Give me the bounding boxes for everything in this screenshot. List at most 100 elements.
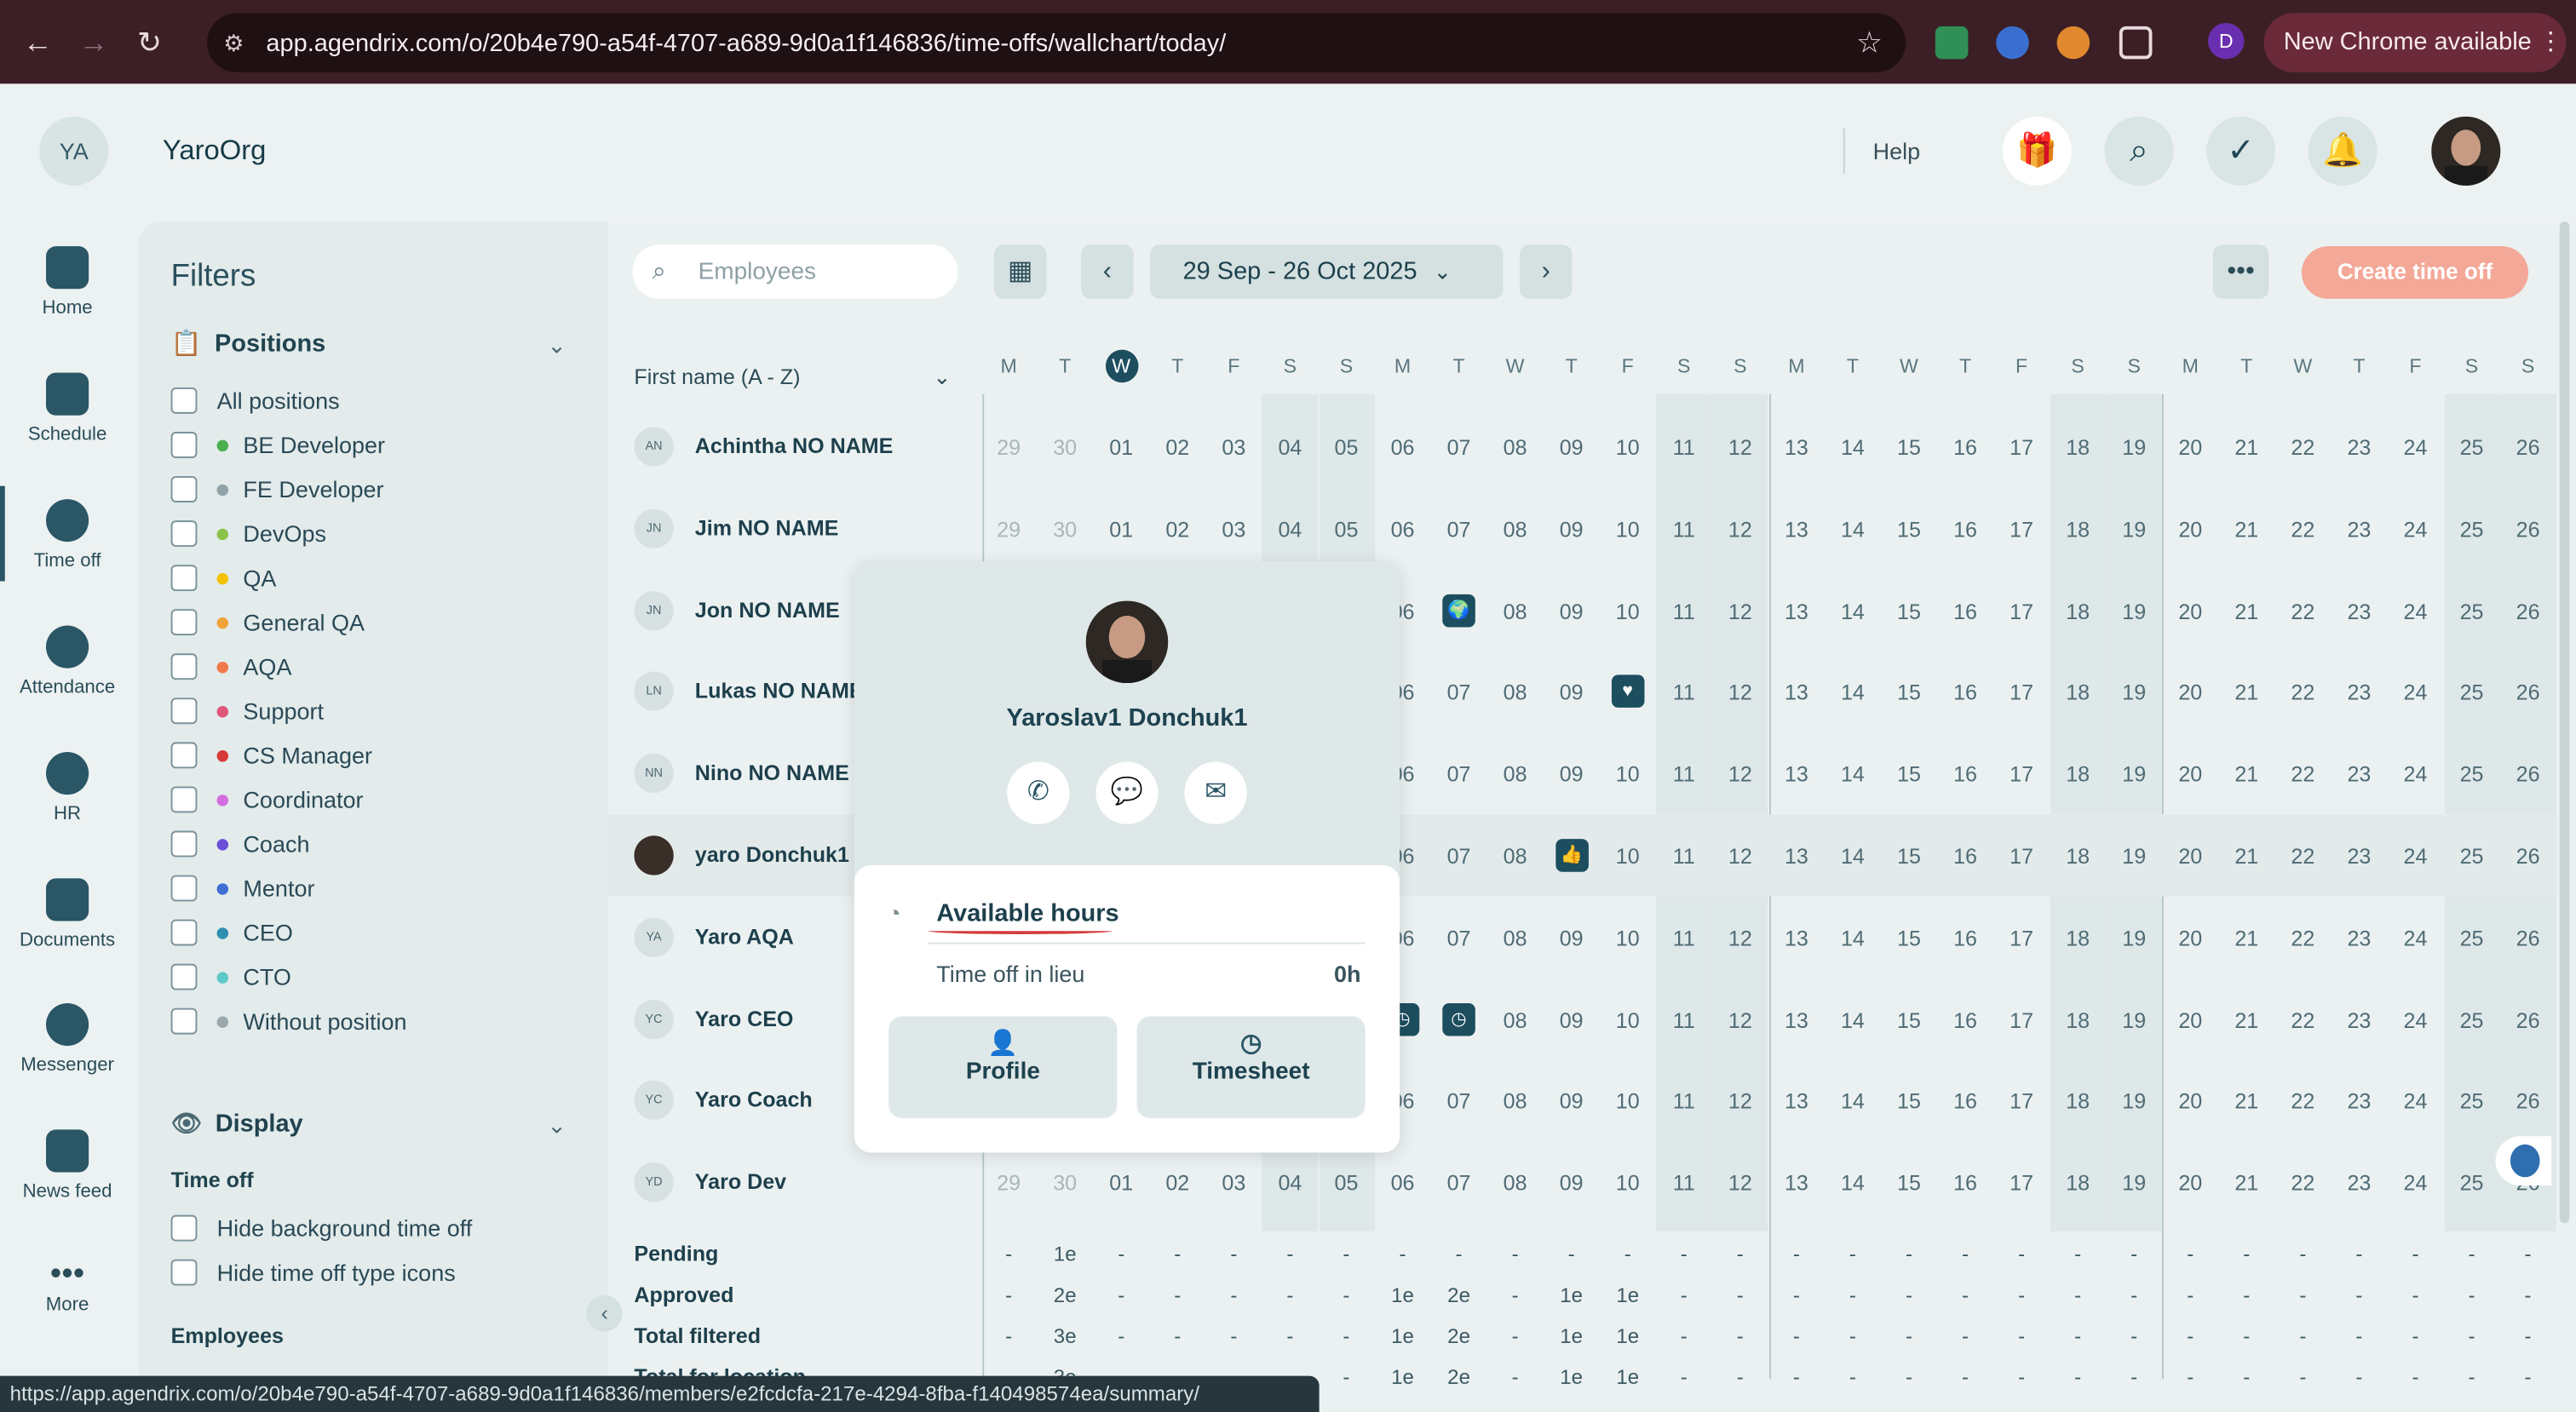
day-cell[interactable]: 11 bbox=[1659, 1007, 1709, 1032]
employees-search-input[interactable]: ⌕ Employees bbox=[632, 244, 958, 299]
mail-icon[interactable]: ✉ bbox=[1184, 761, 1247, 824]
day-cell[interactable]: 22 bbox=[2278, 762, 2327, 787]
org-avatar[interactable]: YA bbox=[39, 116, 109, 186]
day-cell[interactable]: 10 bbox=[1603, 1171, 1653, 1196]
day-cell[interactable]: 22 bbox=[2278, 435, 2327, 460]
checkbox[interactable] bbox=[170, 919, 198, 946]
rail-item-hr[interactable]: HR bbox=[0, 751, 135, 824]
hide-background-checkbox[interactable]: Hide background time off bbox=[170, 1214, 472, 1242]
day-cell[interactable]: 14 bbox=[1828, 517, 1877, 542]
display-section-toggle[interactable]: 👁 Display bbox=[171, 1108, 303, 1138]
position-checkbox[interactable]: Without position bbox=[170, 1007, 407, 1035]
day-cell[interactable]: 25 bbox=[2447, 926, 2497, 950]
rail-item-attendance[interactable]: Attendance bbox=[0, 625, 135, 697]
create-time-off-button[interactable]: Create time off bbox=[2301, 246, 2529, 299]
day-cell[interactable]: 20 bbox=[2165, 1007, 2215, 1032]
rail-item-news-feed[interactable]: News feed bbox=[0, 1129, 135, 1202]
day-cell[interactable]: 12 bbox=[1716, 599, 1765, 623]
employee-avatar[interactable]: JN bbox=[634, 590, 674, 630]
day-cell[interactable]: 21 bbox=[2222, 1007, 2271, 1032]
day-cell[interactable]: 18 bbox=[2053, 517, 2102, 542]
day-cell[interactable]: 10 bbox=[1603, 762, 1653, 787]
day-cell[interactable]: 20 bbox=[2165, 762, 2215, 787]
day-cell[interactable]: 21 bbox=[2222, 1171, 2271, 1196]
day-cell[interactable]: 12 bbox=[1716, 844, 1765, 869]
checkbox[interactable] bbox=[170, 1259, 198, 1286]
employee-avatar[interactable]: YC bbox=[634, 1081, 674, 1121]
day-cell[interactable]: 22 bbox=[2278, 1007, 2327, 1032]
day-cell[interactable]: 08 bbox=[1491, 844, 1540, 869]
day-cell[interactable]: 19 bbox=[2109, 926, 2159, 950]
day-cell[interactable]: 20 bbox=[2165, 435, 2215, 460]
extension-icon[interactable] bbox=[2056, 26, 2090, 60]
day-cell[interactable]: 13 bbox=[1772, 1089, 1821, 1114]
day-cell[interactable]: 08 bbox=[1491, 1171, 1540, 1196]
employee-name[interactable]: Nino NO NAME bbox=[695, 761, 849, 785]
day-cell[interactable]: 22 bbox=[2278, 680, 2327, 705]
day-cell[interactable]: 09 bbox=[1547, 926, 1596, 950]
day-cell[interactable]: 18 bbox=[2053, 926, 2102, 950]
day-cell[interactable]: 16 bbox=[1941, 435, 1990, 460]
position-checkbox[interactable]: CEO bbox=[170, 919, 293, 946]
day-cell[interactable]: 03 bbox=[1209, 435, 1258, 460]
position-checkbox[interactable]: Coach bbox=[170, 830, 309, 858]
day-cell[interactable]: 25 bbox=[2447, 1089, 2497, 1114]
day-cell[interactable]: 19 bbox=[2109, 517, 2159, 542]
day-cell[interactable]: 24 bbox=[2391, 762, 2441, 787]
rail-item-home[interactable]: Home bbox=[0, 246, 135, 319]
day-cell[interactable]: 09 bbox=[1547, 680, 1596, 705]
day-cell[interactable]: 17 bbox=[1997, 1007, 2046, 1032]
day-cell[interactable]: 18 bbox=[2053, 435, 2102, 460]
chrome-profile-avatar[interactable]: D bbox=[2207, 22, 2245, 60]
day-cell[interactable]: 21 bbox=[2222, 599, 2271, 623]
day-cell[interactable]: 18 bbox=[2053, 1089, 2102, 1114]
position-checkbox[interactable]: AQA bbox=[170, 653, 291, 680]
day-cell[interactable]: 17 bbox=[1997, 680, 2046, 705]
extension-icon[interactable] bbox=[1935, 26, 1969, 60]
day-cell[interactable]: 10 bbox=[1603, 1007, 1653, 1032]
time-off-badge-icon[interactable]: ♥ bbox=[1611, 675, 1645, 709]
day-cell[interactable]: 02 bbox=[1153, 517, 1202, 542]
checkbox[interactable] bbox=[170, 432, 198, 458]
day-cell[interactable]: 24 bbox=[2391, 599, 2441, 623]
day-cell[interactable]: 15 bbox=[1884, 1007, 1934, 1032]
profile-button[interactable]: 👤 Profile bbox=[888, 1016, 1118, 1118]
day-cell[interactable]: 15 bbox=[1884, 680, 1934, 705]
day-cell[interactable]: 25 bbox=[2447, 762, 2497, 787]
day-cell[interactable]: 16 bbox=[1941, 926, 1990, 950]
day-cell[interactable]: 23 bbox=[2334, 599, 2383, 623]
day-cell[interactable]: 12 bbox=[1716, 1007, 1765, 1032]
phone-icon[interactable]: ✆ bbox=[1007, 761, 1070, 824]
chevron-down-icon[interactable]: ⌄ bbox=[547, 1111, 566, 1139]
forward-icon[interactable]: → bbox=[76, 24, 112, 60]
employee-name[interactable]: Jon NO NAME bbox=[695, 597, 840, 622]
day-cell[interactable]: 07 bbox=[1435, 435, 1484, 460]
day-cell[interactable]: 29 bbox=[984, 435, 1033, 460]
checkbox[interactable] bbox=[170, 697, 198, 725]
bell-icon[interactable]: 🔔 bbox=[2308, 116, 2378, 186]
day-cell[interactable]: 13 bbox=[1772, 926, 1821, 950]
day-cell[interactable]: 25 bbox=[2447, 1007, 2497, 1032]
day-cell[interactable]: 25 bbox=[2447, 599, 2497, 623]
day-cell[interactable]: 18 bbox=[2053, 1007, 2102, 1032]
day-cell[interactable]: 11 bbox=[1659, 1171, 1709, 1196]
employee-avatar[interactable]: LN bbox=[634, 672, 674, 712]
day-cell[interactable]: 11 bbox=[1659, 844, 1709, 869]
new-chrome-available-button[interactable]: New Chrome available ⋮ bbox=[2263, 13, 2567, 72]
day-cell[interactable]: 18 bbox=[2053, 762, 2102, 787]
position-checkbox[interactable]: DevOps bbox=[170, 520, 326, 547]
day-cell[interactable]: 17 bbox=[1997, 762, 2046, 787]
day-cell[interactable]: 23 bbox=[2334, 762, 2383, 787]
day-cell[interactable]: 07 bbox=[1435, 1171, 1484, 1196]
day-cell[interactable]: 21 bbox=[2222, 435, 2271, 460]
day-cell[interactable]: 19 bbox=[2109, 1089, 2159, 1114]
day-cell[interactable]: 08 bbox=[1491, 599, 1540, 623]
reload-icon[interactable]: ↻ bbox=[131, 24, 167, 60]
time-off-badge-icon[interactable]: ◷ bbox=[1442, 1002, 1475, 1036]
day-cell[interactable]: 21 bbox=[2222, 762, 2271, 787]
day-cell[interactable]: 20 bbox=[2165, 599, 2215, 623]
day-cell[interactable]: 10 bbox=[1603, 844, 1653, 869]
employee-avatar[interactable]: NN bbox=[634, 754, 674, 794]
day-cell[interactable]: 17 bbox=[1997, 926, 2046, 950]
day-cell[interactable]: 01 bbox=[1096, 517, 1146, 542]
